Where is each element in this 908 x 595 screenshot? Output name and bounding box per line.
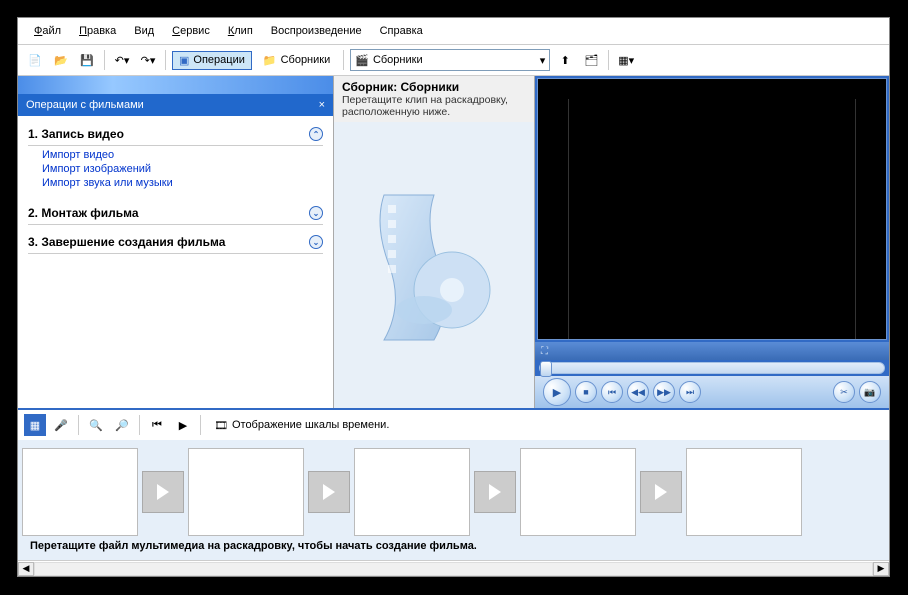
zoom-out-button[interactable]: 🔎 [111, 414, 133, 436]
collection-header: Сборник: Сборники Перетащите клип на рас… [334, 76, 534, 122]
menu-play[interactable]: Воспроизведение [263, 22, 370, 40]
chevron-down-icon: ⌄ [309, 206, 323, 220]
narrate-button[interactable]: 🎤 [50, 414, 72, 436]
menu-help[interactable]: Справка [372, 22, 431, 40]
next-button[interactable]: ⏭ [679, 381, 701, 403]
redo-button[interactable]: ↷▾ [137, 49, 159, 71]
close-tasks-button[interactable]: × [319, 99, 325, 111]
timeline-toolbar: ▦ 🎤 🔍 🔎 ⏮ ▶ 🎞 Отображение шкалы времени. [18, 410, 889, 440]
separator [78, 415, 79, 435]
snapshot-button[interactable]: 📷 [859, 381, 881, 403]
prev-button[interactable]: ⏮ [601, 381, 623, 403]
tasks-icon: ▣ [179, 54, 189, 67]
tasks-toggle-button[interactable]: ▣ Операции [172, 51, 252, 70]
task-section-capture: 1. Запись видео ⌄ Импорт видео Импорт из… [18, 120, 333, 199]
scroll-track[interactable] [34, 562, 873, 576]
transition-slot[interactable] [142, 471, 184, 513]
collections-toggle-button[interactable]: 📁 Сборники [256, 51, 337, 70]
import-images-link[interactable]: Импорт изображений [42, 162, 323, 176]
separator [104, 50, 105, 70]
chevron-up-icon: ⌄ [309, 127, 323, 141]
menu-file[interactable]: Файл [26, 22, 69, 40]
transition-slot[interactable] [308, 471, 350, 513]
clip-slot[interactable] [354, 448, 470, 536]
separator [608, 50, 609, 70]
rewind-timeline-button[interactable]: ⏮ [146, 414, 168, 436]
chevron-down-icon: ▾ [540, 54, 546, 67]
collection-panel: Сборник: Сборники Перетащите клип на рас… [333, 76, 535, 408]
horizontal-scrollbar[interactable]: ◀ ▶ [18, 560, 889, 576]
menu-tools[interactable]: Сервис [164, 22, 218, 40]
timeline-view-button[interactable]: ▦ [24, 414, 46, 436]
task-section-edit-head[interactable]: 2. Монтаж фильма ⌄ [28, 202, 323, 225]
task-section-capture-links: Импорт видео Импорт изображений Импорт з… [28, 146, 323, 196]
separator [165, 50, 166, 70]
timeline-area: ▦ 🎤 🔍 🔎 ⏮ ▶ 🎞 Отображение шкалы времени. [18, 410, 889, 576]
preview-screen [537, 78, 887, 340]
views-button[interactable]: ▦▾ [615, 49, 637, 71]
switch-view-button[interactable]: 🎞 Отображение шкалы времени. [207, 416, 396, 435]
stop-button[interactable]: ■ [575, 381, 597, 403]
storyboard-track [22, 448, 885, 536]
import-audio-link[interactable]: Импорт звука или музыки [42, 176, 323, 190]
chevron-down-icon: ⌄ [309, 235, 323, 249]
save-button[interactable]: 💾 [76, 49, 98, 71]
tasks-title-text: Операции с фильмами [26, 99, 144, 111]
undo-button[interactable]: ↶▾ [111, 49, 133, 71]
forward-button[interactable]: ▶▶ [653, 381, 675, 403]
collection-subtitle: Перетащите клип на раскадровку, располож… [342, 94, 526, 118]
open-file-button[interactable]: 📂 [50, 49, 72, 71]
folder-icon: 📁 [263, 54, 277, 67]
tasks-body: 1. Запись видео ⌄ Импорт видео Импорт из… [18, 116, 333, 408]
playback-controls: ▶ ■ ⏮ ◀◀ ▶▶ ⏭ ✂ 📷 [535, 376, 889, 408]
separator [139, 415, 140, 435]
up-level-button[interactable]: ⬆ [554, 49, 576, 71]
separator [343, 50, 344, 70]
preview-toolbar: ⛶ [535, 342, 889, 360]
clip-slot[interactable] [686, 448, 802, 536]
menu-clip[interactable]: Клип [220, 22, 261, 40]
play-button[interactable]: ▶ [543, 378, 571, 406]
menu-view[interactable]: Вид [126, 22, 162, 40]
transition-slot[interactable] [474, 471, 516, 513]
tasks-panel: Операции с фильмами × 1. Запись видео ⌄ … [18, 76, 333, 408]
timeline-icon: 🎞 [214, 419, 228, 432]
main-area: Операции с фильмами × 1. Запись видео ⌄ … [18, 76, 889, 410]
menu-edit[interactable]: Правка [71, 22, 124, 40]
clip-slot[interactable] [22, 448, 138, 536]
app-window: Файл Правка Вид Сервис Клип Воспроизведе… [17, 17, 890, 577]
scroll-left-button[interactable]: ◀ [18, 562, 34, 576]
scroll-right-button[interactable]: ▶ [873, 562, 889, 576]
zoom-in-button[interactable]: 🔍 [85, 414, 107, 436]
import-video-link[interactable]: Импорт видео [42, 148, 323, 162]
tasks-header-strip [18, 76, 333, 94]
collection-title: Сборник: Сборники [342, 80, 526, 94]
seek-bar[interactable] [539, 362, 885, 374]
folder-tree-button[interactable]: 🗂 [580, 49, 602, 71]
clip-slot[interactable] [520, 448, 636, 536]
rewind-button[interactable]: ◀◀ [627, 381, 649, 403]
play-timeline-button[interactable]: ▶ [172, 414, 194, 436]
location-value: Сборники [369, 54, 540, 66]
storyboard[interactable]: Перетащите файл мультимедиа на раскадров… [18, 440, 889, 560]
separator [200, 415, 201, 435]
transition-slot[interactable] [640, 471, 682, 513]
film-reel-icon [364, 185, 504, 345]
collection-icon: 🎬 [355, 54, 369, 67]
fullscreen-icon[interactable]: ⛶ [541, 346, 548, 357]
task-section-edit: 2. Монтаж фильма ⌄ [18, 199, 333, 228]
task-section-finish: 3. Завершение создания фильма ⌄ [18, 228, 333, 257]
task-section-finish-head[interactable]: 3. Завершение создания фильма ⌄ [28, 231, 323, 254]
toolbar: 📄 📂 💾 ↶▾ ↷▾ ▣ Операции 📁 Сборники 🎬 Сбор… [18, 45, 889, 76]
menu-bar: Файл Правка Вид Сервис Клип Воспроизведе… [18, 18, 889, 45]
preview-panel: ⛶ ▶ ■ ⏮ ◀◀ ▶▶ ⏭ ✂ 📷 [535, 76, 889, 408]
tasks-title-bar: Операции с фильмами × [18, 94, 333, 116]
clip-slot[interactable] [188, 448, 304, 536]
split-button[interactable]: ✂ [833, 381, 855, 403]
location-combo[interactable]: 🎬 Сборники ▾ [350, 49, 550, 71]
collection-placeholder-art [334, 122, 534, 408]
task-section-capture-head[interactable]: 1. Запись видео ⌄ [28, 123, 323, 146]
new-file-button[interactable]: 📄 [24, 49, 46, 71]
storyboard-hint: Перетащите файл мультимедиа на раскадров… [22, 536, 885, 552]
